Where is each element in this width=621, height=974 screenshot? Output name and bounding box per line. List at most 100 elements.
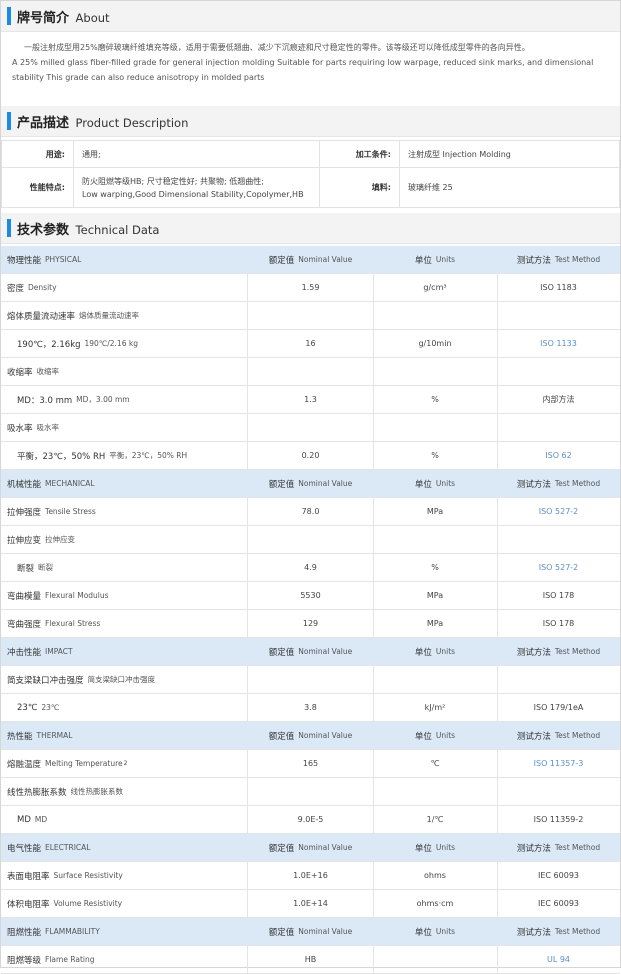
property-name: 阻燃等级 Flame Rating <box>1 946 248 973</box>
nominal-value: 3.8 <box>248 694 374 721</box>
property-name-en: Surface Resistivity <box>53 871 123 880</box>
nominal-value-text: 165 <box>302 759 319 768</box>
property-name-zh: 收缩率 <box>7 367 33 378</box>
property-name-zh: 阻燃等级 <box>7 955 42 966</box>
unit-text: g/10min <box>418 339 452 348</box>
nominal-value: HB <box>248 946 374 973</box>
nominal-value-text: 1.0E+16 <box>293 871 328 880</box>
property-name: 拉伸强度 Tensile Stress <box>1 498 248 525</box>
test-method-header: 测试方法 Test Method <box>497 834 620 861</box>
test-method: ISO 178 <box>497 582 620 609</box>
nominal-value-text: 1.0E+14 <box>293 899 328 908</box>
about-section-header: 牌号简介 About <box>1 1 620 32</box>
test-method-link[interactable]: UL 94 <box>547 955 570 964</box>
units-header-zh: 单位 <box>414 479 432 490</box>
unit <box>373 414 498 441</box>
unit <box>373 666 498 693</box>
property-name-en: MD，3.00 mm <box>76 395 130 404</box>
nominal-value-header-en: Nominal Value <box>298 843 353 852</box>
table-row: 弯曲模量 Flexural Modulus 5530 MPa ISO 178 <box>1 582 620 610</box>
nominal-value <box>248 778 374 805</box>
category-name-en: THERMAL <box>36 731 73 740</box>
category-name-zh: 热性能 <box>7 731 33 742</box>
test-method: 内部方法 <box>497 386 620 413</box>
product-description-table: 用途: 通用; 加工条件: 注射成型 Injection Molding 性能特… <box>1 140 620 208</box>
table-row: 简支梁缺口冲击强度 简支梁缺口冲击强度 <box>1 666 620 694</box>
product-title-en: Product Description <box>75 116 189 130</box>
test-method-link[interactable]: ISO 527-2 <box>539 563 579 572</box>
test-method-text: IEC 60093 <box>538 871 579 880</box>
test-method-text: ISO 1183 <box>540 283 577 292</box>
nominal-value-header-zh: 额定值 <box>268 927 295 938</box>
about-title-zh: 牌号简介 <box>17 11 70 26</box>
table-row: 拉伸应变 拉伸应变 <box>1 526 620 554</box>
test-method-link[interactable]: ISO 1133 <box>540 339 577 348</box>
use-label: 用途: <box>1 140 74 168</box>
nominal-value-header-en: Nominal Value <box>298 731 353 740</box>
test-method: ISO 179/1eA <box>497 694 620 721</box>
category-name: 电气性能 ELECTRICAL <box>1 834 248 861</box>
unit-text: ohms·cm <box>416 899 454 908</box>
category-name: 物理性能 PHYSICAL <box>1 246 248 273</box>
unit: g/cm³ <box>373 274 498 301</box>
unit-text: 1/℃ <box>426 815 444 824</box>
feature-value: 防火阻燃等级HB; 尺寸稳定性好; 共聚物; 低翘曲性; Low warping… <box>73 167 320 208</box>
property-name: 体积电阻率 Volume Resistivity <box>1 890 248 917</box>
test-method <box>497 302 620 329</box>
test-method-text: ISO 178 <box>542 591 575 600</box>
test-method-link[interactable]: ISO 62 <box>545 451 571 460</box>
category-name: 热性能 THERMAL <box>1 722 248 749</box>
section-accent-bar <box>7 219 11 237</box>
test-method: ISO 11359-2 <box>497 806 620 833</box>
nominal-value <box>248 414 374 441</box>
table-row: 190℃，2.16kg 190℃/2.16 kg 16 g/10min ISO 1133 <box>1 330 620 358</box>
unit-text: kJ/m² <box>424 703 446 712</box>
category-header-row: 电气性能 ELECTRICAL 额定值 Nominal Value 单位 Units 测试方… <box>1 834 620 862</box>
section-accent-bar <box>7 112 11 130</box>
category-name-zh: 电气性能 <box>7 843 42 854</box>
property-name: 熔体质量流动速率 熔体质量流动速率 <box>1 302 248 329</box>
nominal-value-text: 9.0E-5 <box>297 815 324 824</box>
unit: % <box>373 554 498 581</box>
property-name-zh: 断裂 <box>17 563 35 574</box>
nominal-value-header: 额定值 Nominal Value <box>248 834 373 861</box>
nominal-value-header-en: Nominal Value <box>298 479 353 488</box>
nominal-value <box>248 526 374 553</box>
category-header-row: 冲击性能 IMPACT 额定值 Nominal Value 单位 Units 测试方法 Tes… <box>1 638 620 666</box>
unit: ohms <box>373 862 498 889</box>
use-value: 通用; <box>73 140 320 168</box>
units-header: 单位 Units <box>373 638 497 665</box>
test-method-header-zh: 测试方法 <box>516 255 551 266</box>
unit: g/10min <box>373 330 498 357</box>
category-name-zh: 阻燃性能 <box>7 927 42 938</box>
test-method-header: 测试方法 Test Method <box>497 638 620 665</box>
about-text-en: A 25% milled glass fiber-filled grade fo… <box>12 58 594 82</box>
nominal-value-header: 额定值 Nominal Value <box>248 918 373 945</box>
test-method <box>497 526 620 553</box>
test-method-text: ISO 178 <box>542 619 575 628</box>
nominal-value: 9.0E-5 <box>248 806 374 833</box>
nominal-value-header-zh: 额定值 <box>268 479 295 490</box>
test-method-header-zh: 测试方法 <box>516 927 551 938</box>
property-name: 平衡，23℃，50% RH 平衡，23℃，50% RH <box>1 442 248 469</box>
unit: MPa <box>373 610 498 637</box>
process-label: 加工条件: <box>319 140 400 168</box>
tech-title-en: Technical Data <box>75 223 160 237</box>
test-method-link[interactable]: ISO 527-2 <box>539 507 579 516</box>
unit-text: MPa <box>426 507 444 516</box>
units-header: 单位 Units <box>373 834 497 861</box>
property-name: 熔融温度 Melting Temperature 2 <box>1 750 248 777</box>
unit-text: MPa <box>426 591 444 600</box>
test-method-header-zh: 测试方法 <box>516 843 551 854</box>
category-name-en: FLAMMABILITY <box>45 927 100 936</box>
nominal-value-header-zh: 额定值 <box>268 731 295 742</box>
unit: ℃ <box>373 750 498 777</box>
category-header-row: 机械性能 MECHANICAL 额定值 Nominal Value 单位 Units 测试方… <box>1 470 620 498</box>
nominal-value: 1.0E+14 <box>248 890 374 917</box>
test-method-link[interactable]: ISO 11357-3 <box>534 759 584 768</box>
test-method-header-zh: 测试方法 <box>516 647 551 658</box>
unit <box>373 778 498 805</box>
property-name-zh: 23℃ <box>17 702 38 713</box>
category-name-en: MECHANICAL <box>45 479 95 488</box>
unit-text: % <box>431 451 439 460</box>
